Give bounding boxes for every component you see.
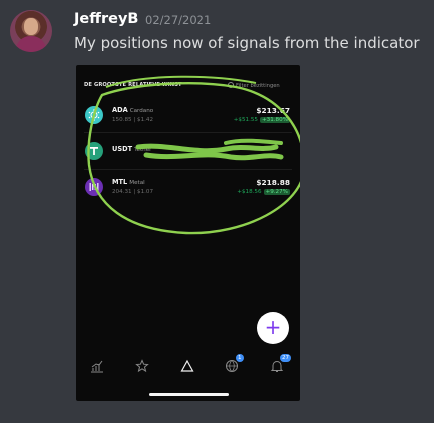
position-name: USDT Tether	[112, 145, 152, 153]
position-change: +$18.56 +9.27%	[237, 189, 290, 195]
position-holding: 150.85 | $1.42	[112, 117, 154, 123]
add-button[interactable]: +	[257, 312, 289, 344]
position-name: MTL Metal	[112, 178, 145, 186]
globe-badge: 1	[236, 354, 244, 362]
embedded-screenshot[interactable]: DE GROOTSTE RELATIEVE WINST Filter bezit…	[76, 65, 300, 401]
filter-placeholder: Filter bezittingen	[236, 83, 280, 89]
chart-icon[interactable]	[90, 359, 104, 373]
notification-badge: 27	[280, 354, 291, 362]
position-change: +$51.55 +31.80%	[233, 117, 290, 123]
star-icon[interactable]	[135, 359, 149, 373]
filter-input[interactable]: Filter bezittingen	[228, 82, 280, 89]
message-timestamp: 02/27/2021	[145, 13, 212, 27]
position-value: $218.88	[256, 178, 290, 187]
home-indicator	[149, 393, 229, 396]
cardano-icon	[85, 106, 103, 124]
highlight-scribble	[87, 75, 300, 235]
avatar[interactable]	[10, 10, 52, 52]
metal-icon	[85, 178, 103, 196]
position-holding: 204.31 | $1.07	[112, 189, 154, 195]
triangle-icon[interactable]	[180, 359, 194, 373]
message-text: My positions now of signals from the ind…	[74, 34, 420, 52]
username[interactable]: JeffreyB	[74, 11, 138, 27]
tether-icon	[85, 142, 103, 160]
position-name: ADA Cardano	[112, 106, 154, 114]
divider	[84, 169, 292, 170]
search-icon	[228, 82, 234, 88]
position-value: $213.67	[256, 106, 290, 115]
list-header: DE GROOTSTE RELATIEVE WINST	[84, 82, 182, 88]
divider	[84, 132, 292, 133]
